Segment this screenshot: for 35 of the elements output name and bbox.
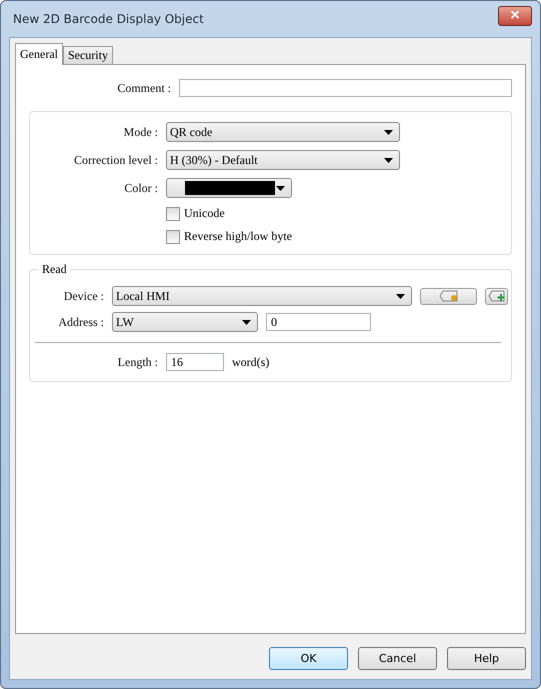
comment-field[interactable] — [179, 79, 512, 97]
field-label: Address : — [57, 314, 104, 330]
caret-icon — [384, 130, 393, 134]
dialog-button[interactable]: Help — [447, 647, 526, 670]
mode-dropdown[interactable]: QR code — [166, 122, 400, 142]
checkbox[interactable] — [166, 206, 180, 220]
color-picker[interactable] — [166, 178, 292, 198]
caret-icon — [242, 320, 251, 324]
tab[interactable]: Security — [62, 46, 113, 64]
device-dropdown[interactable]: Local HMI — [112, 286, 412, 306]
tab[interactable]: General — [15, 43, 63, 65]
correction-dropdown[interactable]: H (30%) - Default — [166, 150, 400, 170]
address-field[interactable]: 0 — [266, 313, 371, 331]
tag-button[interactable] — [420, 288, 477, 304]
tag-icon — [438, 290, 458, 302]
dialog-button[interactable]: OK — [269, 647, 348, 670]
field-label: Color : — [123, 180, 158, 196]
field-label: Device : — [62, 288, 104, 304]
add-tag-icon — [488, 290, 506, 302]
field-label: Length : — [116, 354, 158, 370]
address-type-dropdown[interactable]: LW — [112, 312, 258, 332]
field-label: Mode : — [122, 124, 158, 140]
field-label: Correction level : — [73, 152, 158, 168]
checkbox[interactable] — [166, 230, 180, 244]
caret-icon — [276, 186, 285, 190]
window-title: New 2D Barcode Display Object — [13, 12, 204, 26]
caret-icon — [396, 294, 405, 298]
checkbox-label: Unicode — [184, 206, 225, 221]
add-tag-button[interactable] — [485, 288, 508, 304]
caret-icon — [384, 158, 393, 162]
dialog-button[interactable]: Cancel — [358, 647, 437, 670]
length-field[interactable]: 16 — [166, 353, 224, 371]
checkbox-label: Reverse high/low byte — [184, 229, 292, 244]
field-label: Comment : — [116, 80, 171, 96]
unit-label: word(s) — [232, 354, 270, 370]
